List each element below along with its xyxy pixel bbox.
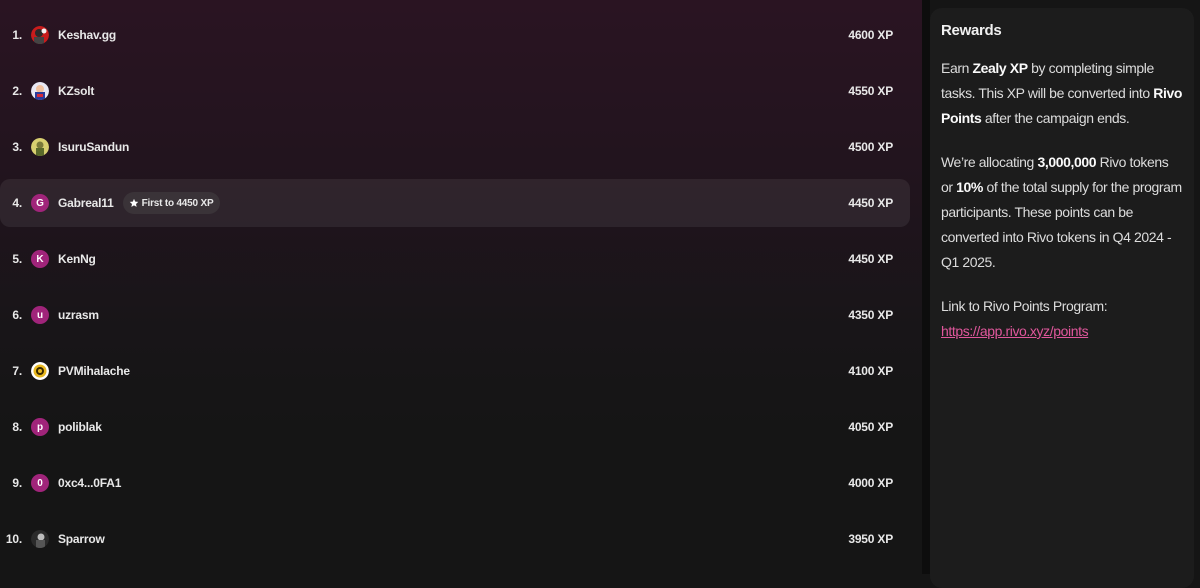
- xp-value: 4350 XP: [848, 308, 893, 322]
- username[interactable]: KenNg: [58, 252, 96, 266]
- avatar[interactable]: G: [31, 194, 49, 212]
- yellow-character-avatar-icon[interactable]: [31, 138, 49, 156]
- percent-bold: 10%: [956, 179, 983, 195]
- rivo-points-link[interactable]: https://app.rivo.xyz/points: [941, 323, 1089, 339]
- avatar[interactable]: u: [31, 306, 49, 324]
- xp-value: 3950 XP: [848, 532, 893, 546]
- username[interactable]: PVMihalache: [58, 364, 130, 378]
- leaderboard-row[interactable]: 5. K KenNg 4450 XP: [0, 235, 910, 283]
- star-icon: [129, 198, 138, 207]
- username[interactable]: 0xc4...0FA1: [58, 476, 121, 490]
- rank-number: 5.: [12, 252, 22, 266]
- rank-number: 1.: [12, 28, 22, 42]
- leaderboard: 1. Keshav.gg 4600 XP 2. KZsolt 4550 XP 3. Isuru…: [0, 0, 922, 574]
- rank-number: 2.: [12, 84, 22, 98]
- rewards-title: Rewards: [941, 22, 1002, 39]
- username[interactable]: IsuruSandun: [58, 140, 129, 154]
- xp-value: 4600 XP: [848, 28, 893, 42]
- username[interactable]: uzrasm: [58, 308, 99, 322]
- leaderboard-row[interactable]: 3. IsuruSandun 4500 XP: [0, 123, 910, 171]
- leaderboard-row[interactable]: 2. KZsolt 4550 XP: [0, 67, 910, 115]
- xp-value: 4050 XP: [848, 420, 893, 434]
- username[interactable]: Sparrow: [58, 532, 105, 546]
- panel-divider: [922, 0, 930, 574]
- rank-number: 7.: [12, 364, 22, 378]
- leaderboard-row[interactable]: 7. PVMihalache 4100 XP: [0, 347, 910, 395]
- avatar[interactable]: p: [31, 418, 49, 436]
- xp-value: 4450 XP: [848, 252, 893, 266]
- achievement-badge: First to 4450 XP: [122, 192, 221, 214]
- text: Earn: [941, 60, 973, 76]
- xp-value: 4450 XP: [848, 196, 893, 210]
- xp-value: 4550 XP: [848, 84, 893, 98]
- text: We’re allocating: [941, 154, 1038, 170]
- rewards-paragraph-2: We’re allocating 3,000,000 Rivo tokens o…: [941, 150, 1183, 275]
- avatar[interactable]: K: [31, 250, 49, 268]
- leaderboard-row[interactable]: 9. 0 0xc4...0FA1 4000 XP: [0, 459, 910, 507]
- avatar[interactable]: 0: [31, 474, 49, 492]
- rewards-panel: Rewards Earn Zealy XP by completing simp…: [930, 8, 1194, 588]
- zealy-xp-bold: Zealy XP: [972, 60, 1028, 76]
- rank-number: 9.: [12, 476, 22, 490]
- rewards-paragraph-1: Earn Zealy XP by completing simple tasks…: [941, 56, 1183, 131]
- leaderboard-row[interactable]: 8. p poliblak 4050 XP: [0, 403, 910, 451]
- rank-number: 4.: [12, 196, 22, 210]
- xp-value: 4000 XP: [848, 476, 893, 490]
- leaderboard-row[interactable]: 4. G Gabreal11 First to 4450 XP 4450 XP: [0, 179, 910, 227]
- xp-value: 4100 XP: [848, 364, 893, 378]
- leaderboard-row[interactable]: 10. Sparrow 3950 XP: [0, 515, 910, 563]
- dark-character-avatar-icon[interactable]: [31, 530, 49, 548]
- rank-number: 3.: [12, 140, 22, 154]
- text: after the campaign ends.: [981, 110, 1130, 126]
- username[interactable]: KZsolt: [58, 84, 94, 98]
- red-avatar-icon[interactable]: [31, 26, 49, 44]
- xp-value: 4500 XP: [848, 140, 893, 154]
- leaderboard-row[interactable]: 1. Keshav.gg 4600 XP: [0, 11, 910, 59]
- badge-label: First to 4450 XP: [141, 197, 214, 209]
- username[interactable]: Gabreal11: [58, 196, 114, 210]
- yellow-logo-avatar-icon[interactable]: [31, 362, 49, 380]
- blue-character-avatar-icon[interactable]: [31, 82, 49, 100]
- rank-number: 6.: [12, 308, 22, 322]
- leaderboard-row[interactable]: 6. u uzrasm 4350 XP: [0, 291, 910, 339]
- token-amount-bold: 3,000,000: [1037, 154, 1097, 170]
- username[interactable]: Keshav.gg: [58, 28, 116, 42]
- text: Link to Rivo Points Program:: [941, 298, 1108, 314]
- rank-number: 8.: [12, 420, 22, 434]
- username[interactable]: poliblak: [58, 420, 102, 434]
- rank-number: 10.: [5, 532, 22, 546]
- rewards-paragraph-3: Link to Rivo Points Program: https://app.…: [941, 294, 1183, 344]
